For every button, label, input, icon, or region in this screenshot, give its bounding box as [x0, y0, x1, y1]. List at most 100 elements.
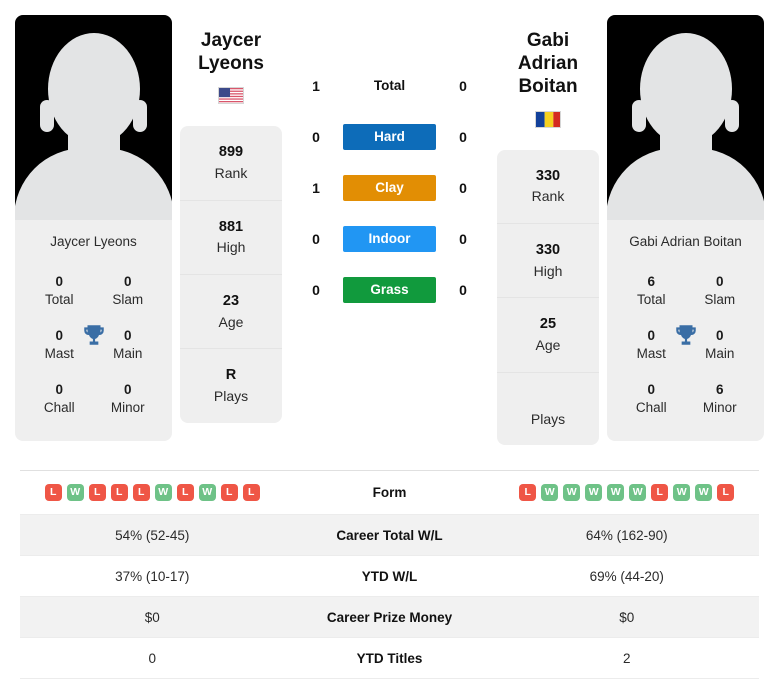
player-card-left[interactable]: Jaycer Lyeons 0 Total 0 Slam 0 Mast 0 Ma…	[15, 15, 172, 442]
table-value-left-ytd-titles: 0	[148, 650, 156, 666]
form-badge-right-7[interactable]: W	[673, 484, 691, 501]
surface-label-clay[interactable]: Clay	[343, 175, 436, 201]
form-badge-left-5[interactable]: W	[154, 484, 172, 501]
titles-mast-left: 0 Mast	[31, 327, 87, 363]
titles-slam-left: 0 Slam	[100, 273, 156, 309]
player-name-right[interactable]: Gabi Adrian Boitan	[497, 29, 599, 99]
surface-score-left-grass: 0	[312, 282, 320, 298]
surface-score-right-hard: 0	[459, 129, 467, 145]
player-stats-right: 330 Rank 330 High 25 Age Plays	[497, 149, 599, 446]
player-name-right-line1: Gabi Adrian	[517, 30, 579, 75]
table-row: 0 YTD Titles 2	[20, 638, 759, 679]
form-badge-left-8[interactable]: L	[220, 484, 238, 501]
form-badge-right-5[interactable]: W	[629, 484, 647, 501]
stat-rank-value-left: 899	[218, 144, 244, 161]
surface-score-right-indoor: 0	[459, 231, 467, 247]
form-badge-right-6[interactable]: L	[651, 484, 669, 501]
stat-age-value-left: 23	[222, 293, 240, 310]
titles-main-right: 0 Main	[692, 327, 748, 363]
titles-main-value-right: 0	[715, 327, 724, 343]
titles-total-label-left: Total	[44, 292, 74, 308]
titles-chall-left: 0 Chall	[31, 381, 87, 417]
titles-minor-right: 6 Minor	[692, 381, 748, 417]
titles-mast-right: 0 Mast	[623, 327, 679, 363]
table-label-ytd-wl: YTD W/L	[361, 568, 418, 584]
titles-main-left: 0 Main	[100, 327, 156, 363]
form-strip-left: LWLLLWLWLL	[20, 484, 285, 501]
table-row: $0 Career Prize Money $0	[20, 597, 759, 638]
form-badge-left-2[interactable]: L	[88, 484, 106, 501]
form-badge-left-4[interactable]: L	[132, 484, 150, 501]
surface-label-hard[interactable]: Hard	[343, 124, 436, 150]
titles-main-label-right: Main	[705, 346, 735, 362]
stat-high-right: 330 High	[497, 224, 599, 299]
form-badge-left-1[interactable]: W	[66, 484, 84, 501]
surface-score-left-clay: 1	[312, 180, 320, 196]
titles-chall-right: 0 Chall	[623, 381, 679, 417]
player-name-left-line2: Lyeons	[198, 53, 264, 75]
titles-main-value-left: 0	[123, 327, 132, 343]
player-name-right-line2: Boitan	[518, 76, 578, 98]
form-badge-right-3[interactable]: W	[585, 484, 603, 501]
titles-total-left: 0 Total	[31, 273, 87, 309]
titles-slam-label-left: Slam	[112, 292, 144, 308]
form-badge-left-3[interactable]: L	[110, 484, 128, 501]
surface-row-total: 1 Total 0	[290, 73, 489, 99]
stat-age-right: 25 Age	[497, 298, 599, 373]
titles-row: 0 Total 0 Slam	[15, 264, 172, 318]
form-badge-right-1[interactable]: W	[541, 484, 559, 501]
form-badge-left-7[interactable]: W	[198, 484, 216, 501]
form-badge-left-6[interactable]: L	[176, 484, 194, 501]
titles-chall-value-right: 0	[647, 381, 655, 397]
titles-total-right: 6 Total	[623, 273, 679, 309]
surface-row-indoor: 0 Indoor 0	[290, 226, 489, 252]
table-label-career-prize-money: Career Prize Money	[326, 609, 453, 625]
form-badge-left-0[interactable]: L	[44, 484, 62, 501]
titles-minor-label-right: Minor	[702, 399, 737, 415]
stat-high-label-left: High	[216, 239, 246, 256]
surface-score-right-total: 0	[459, 78, 467, 94]
stat-age-label-right: Age	[535, 336, 561, 353]
player-card-name-left: Jaycer Lyeons	[50, 234, 137, 249]
trophy-icon	[81, 322, 107, 348]
titles-slam-value-right: 0	[715, 274, 724, 290]
form-badge-right-9[interactable]: L	[717, 484, 735, 501]
stat-plays-label-left: Plays	[213, 388, 249, 405]
player-card-right[interactable]: Gabi Adrian Boitan 6 Total 0 Slam 0 Mast…	[607, 15, 764, 442]
stat-high-left: 881 High	[180, 201, 282, 276]
table-label-form: Form	[372, 485, 407, 500]
table-value-right-ytd-titles: 2	[622, 650, 631, 666]
titles-chall-label-left: Chall	[43, 399, 75, 415]
form-badge-right-2[interactable]: W	[563, 484, 581, 501]
titles-grid-left: 0 Total 0 Slam 0 Mast 0 Main 0 Chall 0 M…	[15, 260, 172, 441]
player-photo-right	[607, 15, 764, 220]
surface-score-left-indoor: 0	[312, 231, 320, 247]
table-row: 54% (52-45) Career Total W/L 64% (162-90…	[20, 515, 759, 556]
stat-rank-left: 899 Rank	[180, 126, 282, 201]
titles-minor-label-left: Minor	[110, 399, 145, 415]
stat-high-value-left: 881	[218, 218, 244, 235]
stat-rank-label-left: Rank	[214, 165, 248, 182]
table-value-left-career-total-wl: 54% (52-45)	[115, 527, 190, 543]
comparison-stats-table: LWLLLWLWLL Form LWWWWWLWWL 54% (52-45) C…	[20, 470, 759, 679]
form-strip-right: LWWWWWLWWL	[495, 484, 760, 501]
player-info-right: Gabi Adrian Boitan 330 Rank 330 High 25 …	[489, 29, 607, 446]
titles-slam-right: 0 Slam	[692, 273, 748, 309]
titles-row: 0 Chall 6 Minor	[607, 372, 764, 426]
table-row-form: LWLLLWLWLL Form LWWWWWLWWL	[20, 471, 759, 515]
stat-plays-right: Plays	[497, 373, 599, 446]
table-value-right-career-prize-money: $0	[619, 609, 635, 625]
form-badge-right-0[interactable]: L	[519, 484, 537, 501]
form-badge-left-9[interactable]: L	[242, 484, 260, 501]
form-badge-right-4[interactable]: W	[607, 484, 625, 501]
surface-row-hard: 0 Hard 0	[290, 124, 489, 150]
player-name-left[interactable]: Jaycer Lyeons	[180, 29, 282, 75]
surface-score-left-total: 1	[312, 78, 320, 94]
form-badge-right-8[interactable]: W	[695, 484, 713, 501]
ro-flag-icon	[535, 110, 561, 128]
surface-label-grass[interactable]: Grass	[343, 277, 436, 303]
surface-label-indoor[interactable]: Indoor	[343, 226, 436, 252]
surface-score-right-clay: 0	[459, 180, 467, 196]
surface-score-left-hard: 0	[312, 129, 320, 145]
avatar-silhouette-head	[47, 33, 140, 145]
